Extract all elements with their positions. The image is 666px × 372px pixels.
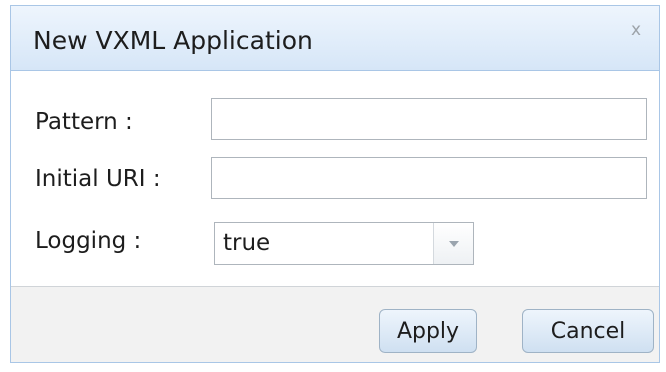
chevron-down-icon <box>449 241 459 247</box>
apply-button[interactable]: Apply <box>379 309 477 353</box>
logging-label: Logging : <box>35 228 142 254</box>
logging-dropdown-button[interactable] <box>433 223 473 264</box>
logging-select[interactable]: true <box>214 222 474 265</box>
cancel-button[interactable]: Cancel <box>522 309 654 353</box>
dialog-titlebar[interactable]: New VXML Application x <box>11 6 659 71</box>
initial-uri-input[interactable] <box>211 157 647 199</box>
dialog-footer: Apply Cancel <box>11 286 659 362</box>
pattern-label: Pattern : <box>35 109 133 135</box>
initial-uri-label: Initial URI : <box>35 166 161 192</box>
dialog-title: New VXML Application <box>33 26 313 55</box>
new-vxml-application-dialog: New VXML Application x Pattern : Initial… <box>10 5 660 363</box>
close-icon[interactable]: x <box>631 20 641 40</box>
pattern-input[interactable] <box>211 98 647 140</box>
logging-selected-value: true <box>223 230 271 256</box>
